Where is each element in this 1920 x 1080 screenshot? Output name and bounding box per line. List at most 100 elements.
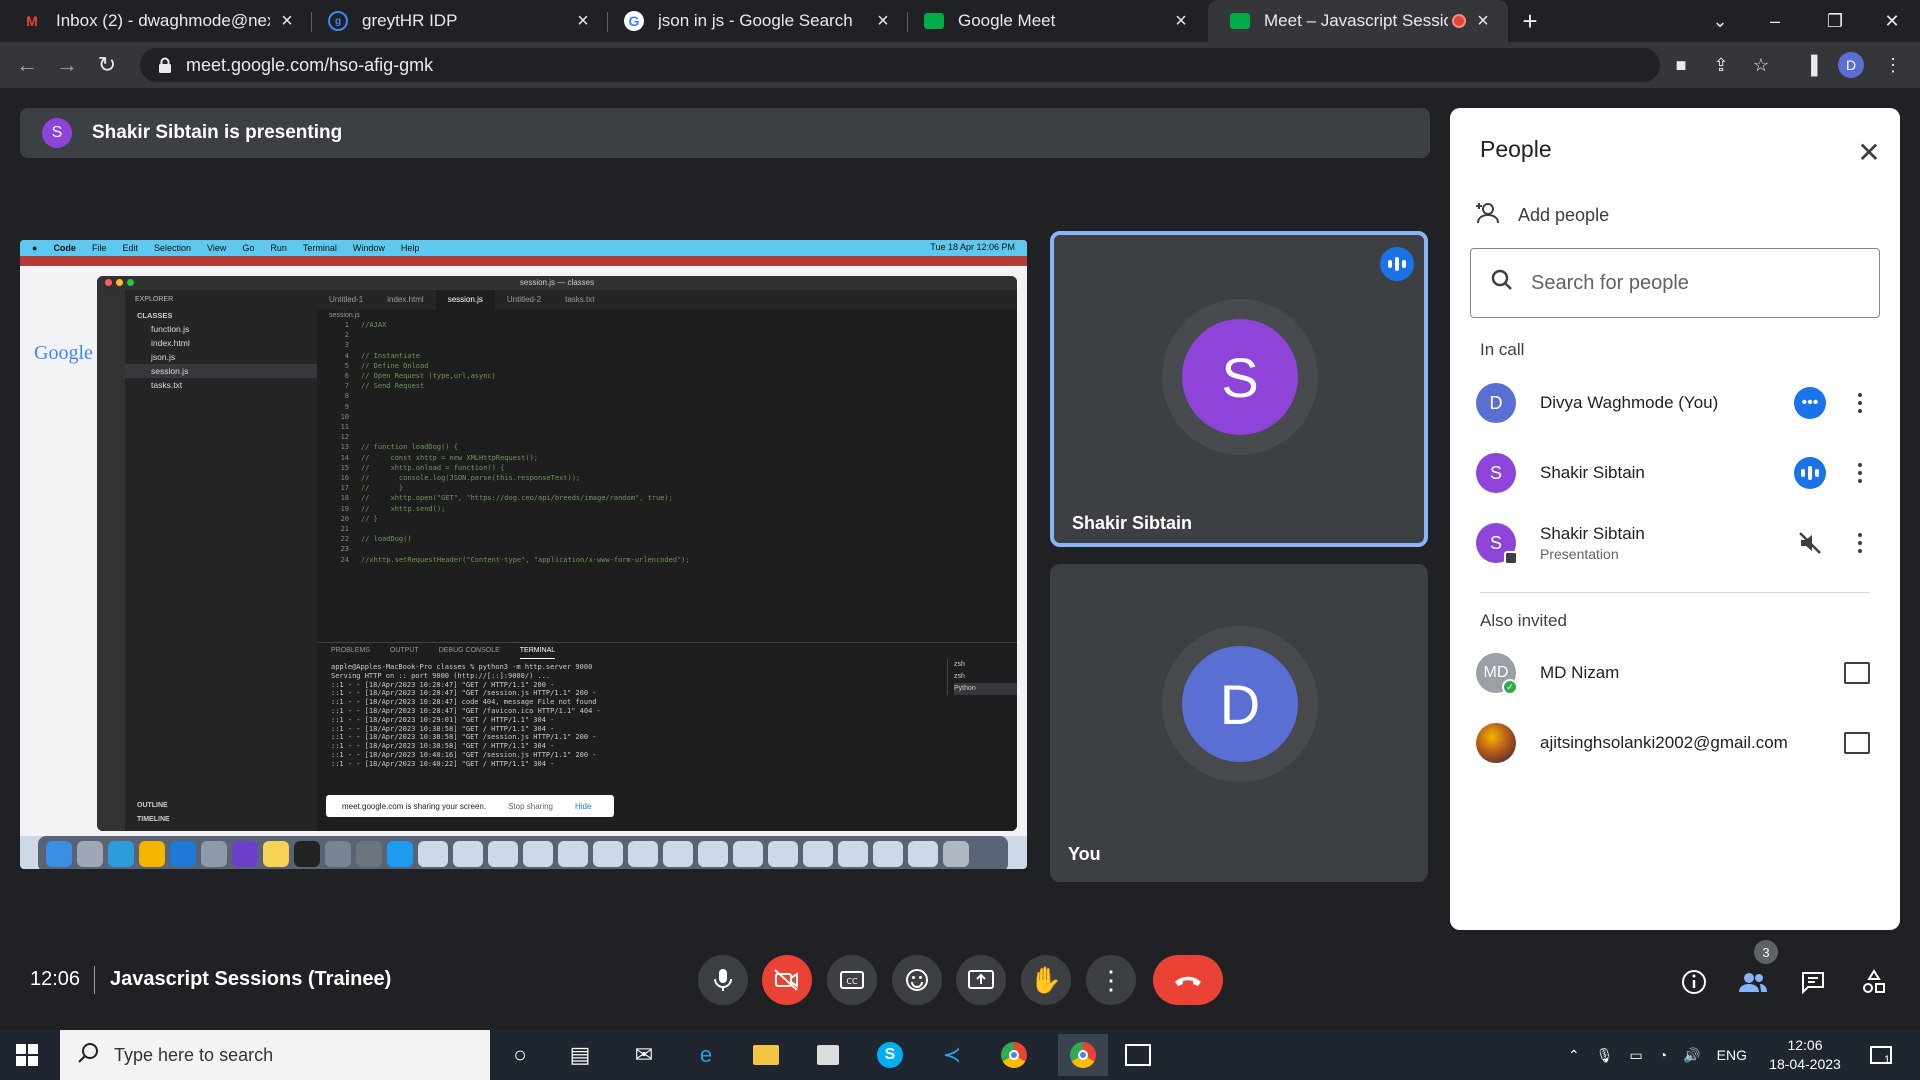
file-explorer-icon[interactable] <box>748 1038 784 1072</box>
more-options-button[interactable]: ⋮ <box>1086 955 1136 1005</box>
code-line: 1//AJAX <box>344 321 387 329</box>
person-menu-icon[interactable] <box>1850 393 1870 413</box>
folder-name: CLASSES <box>137 311 173 320</box>
vscode-icon[interactable]: ≺ <box>934 1038 970 1072</box>
file-item: tasks.txt <box>151 380 183 390</box>
taskbar-search-placeholder: Type here to search <box>114 1044 274 1065</box>
terminal-session: zsh <box>954 661 965 668</box>
close-panel-icon[interactable]: ✕ <box>1854 136 1884 169</box>
mail-icon[interactable]: ✉ <box>626 1038 662 1072</box>
message-icon[interactable] <box>1844 732 1870 754</box>
close-tab-icon[interactable]: × <box>1170 10 1192 33</box>
close-tab-icon[interactable]: × <box>572 10 594 33</box>
battery-icon[interactable]: ▭ <box>1630 1047 1643 1064</box>
chat-icon[interactable] <box>1797 966 1829 998</box>
speaking-indicator-icon <box>1380 247 1414 281</box>
raise-hand-button[interactable]: ✋ <box>1021 955 1071 1005</box>
editor-tab: tasks.txt <box>565 295 595 304</box>
person-avatar: D <box>1476 383 1516 423</box>
presenter-avatar: S <box>42 118 72 148</box>
tab-search-icon[interactable]: ⌄ <box>1690 0 1750 42</box>
code-line: 6// Open Request (type,url,async) <box>344 372 496 381</box>
close-tab-icon[interactable]: × <box>276 10 298 33</box>
add-people-button[interactable]: Add people <box>1476 202 1609 229</box>
network-icon[interactable]: ◔ <box>1659 1047 1667 1063</box>
emoji-icon <box>906 969 928 991</box>
photos-icon[interactable] <box>1120 1038 1156 1072</box>
show-hidden-icons-icon[interactable]: ⌃ <box>1568 1047 1580 1064</box>
code-line: 17// } <box>340 484 404 493</box>
language-indicator[interactable]: ENG <box>1717 1047 1747 1063</box>
svg-text:CC: CC <box>846 977 858 986</box>
recording-icon <box>1452 14 1466 28</box>
participant-avatar: S <box>1182 319 1298 435</box>
side-panel-icon[interactable]: ▐ <box>1798 52 1824 78</box>
url-text: meet.google.com/hso-afig-gmk <box>186 54 434 75</box>
profile-avatar[interactable]: D <box>1838 52 1864 78</box>
close-tab-icon[interactable]: × <box>1472 10 1494 33</box>
cortana-icon[interactable]: ○ <box>502 1038 538 1072</box>
volume-icon[interactable]: 🔊 <box>1683 1047 1700 1064</box>
shared-screen: ● Code File Edit Selection View Go Run T… <box>20 240 1027 869</box>
address-bar[interactable]: meet.google.com/hso-afig-gmk <box>140 48 1660 82</box>
forward-icon[interactable]: → <box>52 50 82 80</box>
participant-tile-shakir[interactable]: S Shakir Sibtain <box>1050 231 1428 547</box>
code-line: 19// xhttp.send(); <box>340 504 446 513</box>
share-icon[interactable]: ⇪ <box>1708 52 1734 78</box>
edge-icon[interactable]: e <box>688 1038 724 1072</box>
code-line: 9 <box>344 402 349 411</box>
close-window-icon[interactable]: ✕ <box>1862 0 1920 42</box>
camera-off-button[interactable] <box>762 955 812 1005</box>
bookmark-star-icon[interactable]: ☆ <box>1748 52 1774 78</box>
restore-icon[interactable]: ❐ <box>1805 0 1865 42</box>
tab-meet-javascript-sessions[interactable]: Meet – Javascript Sessions (T × <box>1208 0 1508 42</box>
people-icon[interactable] <box>1737 966 1769 998</box>
tab-gmail[interactable]: M Inbox (2) - dwaghmode@nextloo × <box>0 0 312 42</box>
emoji-reactions-button[interactable] <box>892 955 942 1005</box>
message-icon[interactable] <box>1844 662 1870 684</box>
reload-icon[interactable]: ↻ <box>92 50 122 80</box>
chrome-active-icon[interactable] <box>1058 1034 1108 1076</box>
microphone-button[interactable] <box>698 955 748 1005</box>
activities-icon[interactable] <box>1858 966 1890 998</box>
windows-start-icon[interactable] <box>16 1044 38 1066</box>
camera-in-use-icon[interactable]: ■ <box>1668 52 1694 78</box>
taskbar-search-input[interactable]: Type here to search <box>60 1030 490 1080</box>
present-now-button[interactable] <box>956 955 1006 1005</box>
participant-tile-you[interactable]: D You <box>1050 564 1428 882</box>
code-line: 12 <box>340 433 349 442</box>
tab-google-search[interactable]: G json in js - Google Search × <box>602 0 908 42</box>
presentation-badge-icon <box>1504 551 1518 565</box>
person-menu-icon[interactable] <box>1850 463 1870 483</box>
terminal-session-list: zsh zsh Python <box>947 659 1017 695</box>
minimize-icon[interactable]: – <box>1745 0 1805 42</box>
close-tab-icon[interactable]: × <box>872 10 894 33</box>
task-view-icon[interactable]: ▤ <box>562 1038 598 1072</box>
google-icon: G <box>624 11 644 31</box>
person-row: ajitsinghsolanki2002@gmail.com <box>1476 718 1876 768</box>
chrome-menu-icon[interactable]: ⋮ <box>1880 52 1906 78</box>
new-tab-icon[interactable]: + <box>1500 0 1560 42</box>
microsoft-store-icon[interactable] <box>810 1038 846 1072</box>
menu-file: File <box>91 243 107 253</box>
back-icon[interactable]: ← <box>12 50 42 80</box>
menu-window: Window <box>352 243 385 253</box>
person-menu-icon[interactable] <box>1850 533 1870 553</box>
editor-tab: Untitled-1 <box>329 295 364 304</box>
chrome-icon[interactable] <box>996 1038 1032 1072</box>
leave-call-button[interactable] <box>1153 955 1223 1005</box>
windows-taskbar: Type here to search ○ ▤ ✉ e S ≺ ⌃ 🎙 ▭ ◔ <box>0 1030 1920 1080</box>
tab-greythr[interactable]: g greytHR IDP × <box>306 0 608 42</box>
taskbar-clock[interactable]: 12:06 18-04-2023 <box>1755 1036 1855 1074</box>
meeting-details-icon[interactable] <box>1678 966 1710 998</box>
skype-icon[interactable]: S <box>872 1038 908 1072</box>
notification-center-icon[interactable]: 1 <box>1870 1030 1892 1080</box>
tab-google-meet[interactable]: Google Meet × <box>902 0 1206 42</box>
tab-title: greytHR IDP <box>362 11 458 30</box>
also-invited-heading: Also invited <box>1480 611 1567 630</box>
more-options-icon[interactable]: ••• <box>1794 387 1826 419</box>
terminal-session: Python <box>954 683 1017 695</box>
search-people-input[interactable]: Search for people <box>1470 248 1880 318</box>
captions-button[interactable]: CC <box>827 955 877 1005</box>
person-avatar <box>1476 723 1516 763</box>
